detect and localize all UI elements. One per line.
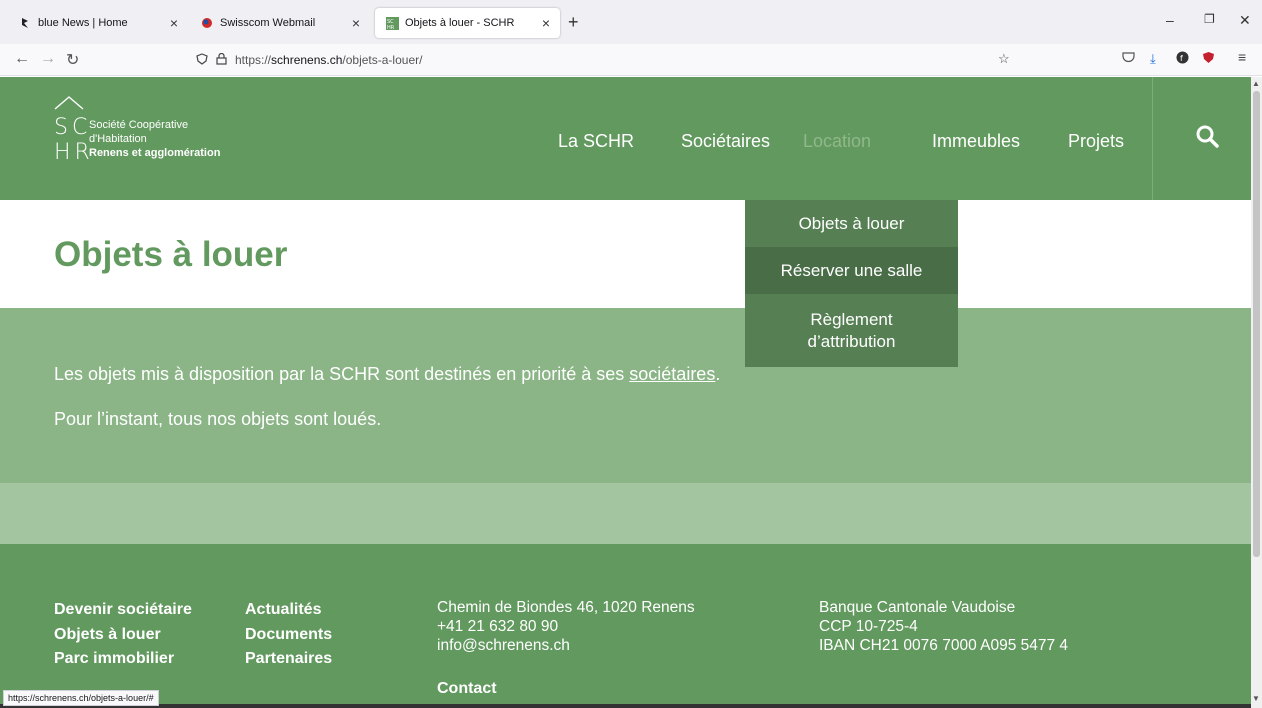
footer-phone[interactable]: +41 21 632 80 90 — [437, 617, 695, 636]
intro-paragraph: Les objets mis à disposition par la SCHR… — [54, 364, 721, 384]
footer-link-parc-immobilier[interactable]: Parc immobilier — [54, 647, 192, 672]
logo-roof-icon — [54, 96, 84, 110]
societaires-link[interactable]: sociétaires — [629, 364, 715, 384]
tab-schr[interactable]: SC HR Objets à louer - SCHR × — [375, 8, 560, 38]
footer-address-line: Chemin de Biondes 46, 1020 Renens — [437, 599, 695, 616]
menu-icon[interactable]: ≡ — [1238, 49, 1246, 65]
dropdown-item-reserver-salle[interactable]: Réserver une salle — [745, 247, 958, 294]
nav-societaires[interactable]: Sociétaires — [681, 131, 770, 152]
tab-title: blue News | Home — [38, 17, 128, 29]
tab-title: Swisscom Webmail — [220, 17, 316, 29]
url-domain: schrenens.ch — [271, 53, 343, 67]
swisscom-icon — [200, 16, 214, 30]
nav-divider — [1152, 77, 1153, 200]
footer-link-partenaires[interactable]: Partenaires — [245, 647, 332, 672]
dropdown-item-reglement-attribution[interactable]: Règlement d’attribution — [745, 294, 958, 367]
spacer-band — [0, 483, 1251, 544]
footer-ccp: CCP 10-725-4 — [819, 618, 918, 635]
content-section: Les objets mis à disposition par la SCHR… — [0, 308, 1251, 483]
status-paragraph: Pour l’instant, tous nos objets sont lou… — [54, 409, 382, 429]
schr-icon: SC HR — [385, 16, 399, 30]
scroll-down-icon[interactable]: ▼ — [1252, 694, 1260, 703]
download-icon[interactable]: ⤓ — [1150, 51, 1156, 67]
shield-icon — [196, 52, 208, 68]
tab-blue-news[interactable]: blue News | Home × — [8, 8, 188, 38]
footer-iban: IBAN CH21 0076 7000 A095 5477 4 — [819, 637, 1069, 654]
back-icon[interactable]: ← — [14, 50, 30, 68]
footer-bottom-strip — [0, 704, 1251, 708]
site-header: SC HR Société Coopérative d'Habitation R… — [0, 77, 1251, 200]
footer-links-col2: Actualités Documents Partenaires — [245, 598, 332, 672]
footer-contact-link[interactable]: Contact — [437, 680, 497, 698]
extension-icon[interactable]: f — [1176, 51, 1189, 67]
footer-address: Chemin de Biondes 46, 1020 Renens +41 21… — [437, 598, 695, 655]
minimize-icon[interactable]: – — [1166, 12, 1174, 28]
close-icon[interactable]: × — [170, 15, 178, 31]
bluenews-icon — [18, 16, 32, 30]
close-icon[interactable]: × — [542, 15, 550, 31]
nav-projets[interactable]: Projets — [1068, 131, 1124, 152]
pocket-icon[interactable] — [1122, 51, 1135, 66]
footer-link-actualites[interactable]: Actualités — [245, 598, 332, 623]
new-tab-icon[interactable]: + — [568, 12, 579, 33]
nav-location[interactable]: Location — [803, 131, 871, 152]
close-icon[interactable]: × — [352, 15, 360, 31]
search-button[interactable] — [1195, 124, 1225, 154]
forward-icon[interactable]: → — [40, 50, 56, 68]
page-title: Objets à louer — [54, 235, 288, 274]
bookmark-star-icon[interactable]: ☆ — [998, 51, 1010, 67]
ublock-icon[interactable] — [1202, 51, 1215, 67]
dropdown-item-objets-a-louer[interactable]: Objets à louer — [745, 200, 958, 247]
lock-icon — [216, 52, 227, 68]
logo-text: Société Coopérative d'Habitation Renens … — [89, 119, 221, 159]
address-bar[interactable]: https://schrenens.ch/objets-a-louer/ — [196, 48, 1024, 72]
tab-swisscom[interactable]: Swisscom Webmail × — [190, 8, 370, 38]
browser-tab-bar: blue News | Home × Swisscom Webmail × SC… — [0, 0, 1262, 44]
footer-bank-info: Banque Cantonale Vaudoise CCP 10-725-4 I… — [819, 598, 1068, 655]
svg-text:HR: HR — [387, 25, 395, 30]
scroll-up-icon[interactable]: ▲ — [1252, 79, 1260, 88]
site-footer: Devenir sociétaire Objets à louer Parc i… — [0, 544, 1251, 708]
scroll-thumb[interactable] — [1253, 91, 1260, 557]
search-icon — [1196, 125, 1219, 148]
footer-links-col1: Devenir sociétaire Objets à louer Parc i… — [54, 598, 192, 672]
footer-link-objets-a-louer[interactable]: Objets à louer — [54, 623, 192, 648]
site-logo[interactable]: SC HR Société Coopérative d'Habitation R… — [54, 91, 314, 171]
url-prefix: https:// — [235, 53, 272, 67]
page-scrollbar[interactable]: ▲ ▼ — [1251, 77, 1262, 708]
footer-email[interactable]: info@schrenens.ch — [437, 636, 695, 655]
nav-immeubles[interactable]: Immeubles — [932, 131, 1020, 152]
reload-icon[interactable]: ↻ — [66, 50, 79, 70]
footer-bank-name: Banque Cantonale Vaudoise — [819, 599, 1016, 616]
location-dropdown: Objets à louer Réserver une salle Règlem… — [745, 200, 958, 367]
browser-nav-bar: ← → ↻ https://schrenens.ch/objets-a-loue… — [0, 44, 1262, 76]
link-status-bar: https://schrenens.ch/objets-a-louer/# — [3, 690, 159, 706]
logo-letters: SC HR — [54, 115, 94, 165]
tab-title: Objets à louer - SCHR — [405, 17, 515, 29]
window-close-icon[interactable]: ✕ — [1239, 12, 1251, 29]
maximize-icon[interactable]: ❐ — [1204, 12, 1215, 26]
footer-link-devenir-societaire[interactable]: Devenir sociétaire — [54, 598, 192, 623]
svg-text:f: f — [1180, 54, 1183, 63]
title-section: Objets à louer — [0, 200, 1251, 308]
footer-link-documents[interactable]: Documents — [245, 623, 332, 648]
url-path: /objets-a-louer/ — [342, 53, 423, 67]
nav-la-schr[interactable]: La SCHR — [558, 131, 634, 152]
